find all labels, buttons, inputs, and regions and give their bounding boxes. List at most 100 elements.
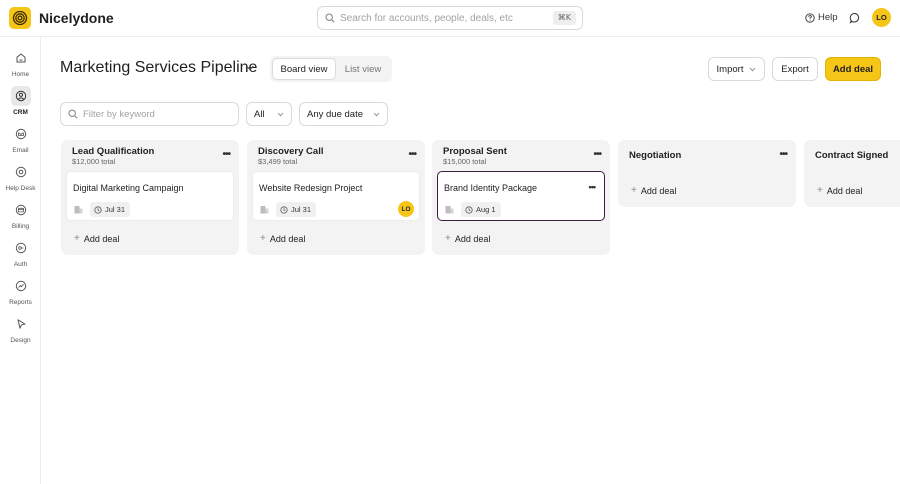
sidebar-item-label: Help Desk: [5, 185, 36, 192]
sidebar-item-help-desk[interactable]: Help Desk: [0, 162, 41, 192]
column-header: Negotiation •••: [618, 140, 796, 170]
board-column-discovery-call: Discovery Call $3,499 total ••• Website …: [247, 140, 425, 255]
keyword-filter-input[interactable]: [83, 108, 233, 120]
app-logo[interactable]: [9, 7, 31, 29]
deal-title: Website Redesign Project: [259, 183, 363, 193]
owner-select[interactable]: All: [246, 102, 292, 126]
column-menu-icon[interactable]: •••: [222, 149, 230, 160]
help-button[interactable]: Help: [805, 12, 838, 23]
deal-title: Digital Marketing Campaign: [73, 183, 184, 193]
sidebar-item-reports[interactable]: Reports: [0, 276, 41, 306]
column-add-deal-button[interactable]: + Add deal: [445, 233, 490, 244]
app-name: Nicelydone: [39, 10, 114, 26]
global-search[interactable]: ⌘K: [317, 6, 583, 30]
deal-card-selected[interactable]: Brand Identity Package ••• Aug 1: [437, 171, 605, 221]
company-icon: [260, 205, 269, 214]
sidebar: Home CRM Email Help Desk Billing Auth Re…: [0, 37, 41, 484]
view-toggle: Board view List view: [270, 56, 392, 82]
column-name: Contract Signed: [815, 150, 889, 161]
deal-card[interactable]: Website Redesign Project Jul 31 LO: [252, 171, 420, 221]
due-date-badge[interactable]: Jul 31: [90, 202, 131, 217]
help-desk-icon: [11, 162, 31, 182]
column-menu-icon[interactable]: •••: [408, 149, 416, 160]
crm-icon: [10, 86, 31, 106]
sidebar-item-label: Auth: [13, 261, 28, 268]
logo-icon: [12, 10, 28, 26]
deal-card[interactable]: Digital Marketing Campaign Jul 31: [66, 171, 234, 221]
column-add-deal-button[interactable]: + Add deal: [817, 185, 862, 196]
company-icon: [445, 205, 454, 214]
add-deal-label: Add deal: [826, 185, 863, 196]
add-deal-label: Add deal: [269, 233, 306, 244]
plus-icon: +: [74, 233, 80, 244]
sidebar-item-label: Design: [10, 337, 31, 344]
tab-list-view[interactable]: List view: [336, 58, 390, 80]
sidebar-item-label: Email: [12, 147, 29, 154]
search-icon: [325, 13, 335, 23]
sidebar-item-email[interactable]: Email: [0, 124, 41, 154]
column-total: $3,499 total: [258, 157, 298, 166]
design-icon: [11, 314, 31, 334]
import-button[interactable]: Import: [708, 57, 765, 81]
chat-icon[interactable]: [849, 12, 861, 24]
chevron-down-icon: [277, 112, 284, 117]
help-label: Help: [818, 12, 838, 23]
sidebar-item-label: Billing: [11, 223, 30, 230]
due-date-label: Aug 1: [476, 205, 496, 214]
company-icon: [74, 205, 83, 214]
column-add-deal-button[interactable]: + Add deal: [260, 233, 305, 244]
keyword-filter[interactable]: [60, 102, 239, 126]
board-column-proposal-sent: Proposal Sent $15,000 total ••• Brand Id…: [432, 140, 610, 255]
page-title: Marketing Services Pipeline: [60, 59, 258, 76]
column-header: Proposal Sent $15,000 total •••: [432, 140, 610, 170]
tab-board-view[interactable]: Board view: [272, 58, 336, 80]
sidebar-item-auth[interactable]: Auth: [0, 238, 41, 268]
plus-icon: +: [260, 233, 266, 244]
user-avatar[interactable]: LO: [872, 8, 891, 27]
due-date-select[interactable]: Any due date: [299, 102, 388, 126]
column-name: Discovery Call: [258, 146, 324, 157]
column-menu-icon[interactable]: •••: [779, 149, 787, 160]
chevron-down-icon[interactable]: [245, 64, 255, 72]
sidebar-item-label: CRM: [13, 109, 28, 116]
board-column-contract-signed: Contract Signed + Add deal: [804, 140, 900, 207]
auth-icon: [11, 238, 31, 258]
column-add-deal-button[interactable]: + Add deal: [631, 185, 676, 196]
add-deal-label: Add deal: [640, 185, 677, 196]
due-date-badge[interactable]: Jul 31: [276, 202, 317, 217]
clock-icon: [465, 205, 473, 214]
home-icon: [11, 48, 31, 68]
search-input[interactable]: [340, 12, 555, 24]
sidebar-item-billing[interactable]: Billing: [0, 200, 41, 230]
add-deal-label: Add deal: [454, 233, 491, 244]
plus-icon: +: [817, 185, 823, 196]
sidebar-item-label: Home: [11, 71, 30, 78]
sidebar-item-label: Reports: [9, 299, 32, 306]
column-name: Lead Qualification: [72, 146, 155, 157]
column-add-deal-button[interactable]: + Add deal: [74, 233, 119, 244]
due-date-select-value: Any due date: [307, 108, 363, 120]
due-date-label: Jul 31: [105, 205, 126, 214]
column-header: Lead Qualification $12,000 total •••: [61, 140, 239, 170]
deal-menu-icon[interactable]: •••: [589, 182, 597, 192]
due-date-badge[interactable]: Aug 1: [461, 202, 501, 217]
import-label: Import: [716, 63, 744, 75]
deal-owner-avatar[interactable]: LO: [398, 201, 414, 217]
column-menu-icon[interactable]: •••: [593, 149, 601, 160]
sidebar-item-home[interactable]: Home: [0, 48, 41, 78]
deal-title: Brand Identity Package: [444, 183, 538, 193]
email-icon: [11, 124, 31, 144]
due-date-label: Jul 31: [291, 205, 312, 214]
column-total: $15,000 total: [443, 157, 487, 166]
owner-select-value: All: [254, 108, 265, 120]
add-deal-button[interactable]: Add deal: [825, 57, 881, 81]
export-button[interactable]: Export: [772, 57, 818, 81]
clock-icon: [94, 205, 102, 214]
sidebar-item-crm[interactable]: CRM: [0, 86, 41, 116]
billing-icon: [11, 200, 31, 220]
column-header: Contract Signed: [804, 140, 900, 170]
add-deal-label: Add deal: [83, 233, 120, 244]
search-shortcut-badge: ⌘K: [552, 11, 576, 25]
chevron-down-icon: [373, 112, 380, 117]
sidebar-item-design[interactable]: Design: [0, 314, 41, 344]
